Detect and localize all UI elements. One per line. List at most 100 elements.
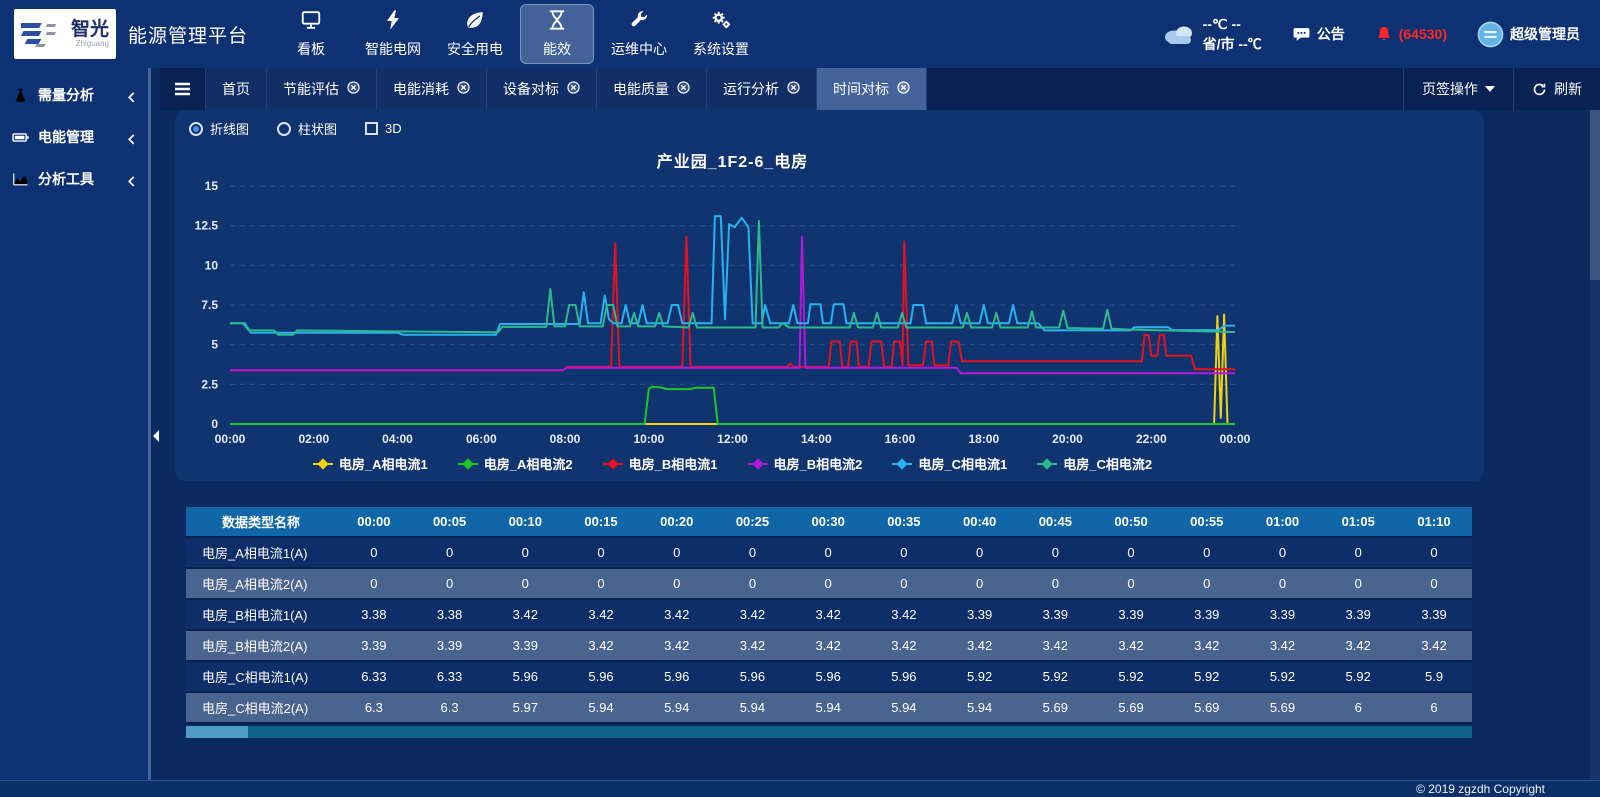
- tab-operations-dropdown[interactable]: 页签操作: [1403, 68, 1513, 110]
- table-row[interactable]: 电房_B相电流2(A)3.393.393.393.423.423.423.423…: [186, 630, 1472, 661]
- value-cell: 3.39: [487, 630, 563, 661]
- scrollbar-thumb[interactable]: [186, 726, 248, 738]
- nav-item-3[interactable]: 安全用电: [438, 4, 512, 64]
- svg-text:2.5: 2.5: [201, 377, 218, 391]
- tab-close-icon[interactable]: [787, 81, 800, 97]
- chevron-left-icon: [127, 174, 136, 185]
- value-cell: 3.42: [1245, 630, 1321, 661]
- table-header-cell: 00:15: [563, 507, 639, 537]
- tab-label: 电能质量: [613, 79, 669, 99]
- tab-3[interactable]: 电能消耗: [377, 68, 487, 110]
- table-row[interactable]: 电房_C相电流1(A)6.336.335.965.965.965.965.965…: [186, 661, 1472, 692]
- svg-text:22:00: 22:00: [1136, 432, 1167, 446]
- tab-close-icon[interactable]: [897, 81, 910, 97]
- table-row[interactable]: 电房_B相电流1(A)3.383.383.423.423.423.423.423…: [186, 599, 1472, 630]
- value-cell: 0: [790, 537, 866, 568]
- table-row[interactable]: 电房_A相电流1(A)000000000000000: [186, 537, 1472, 568]
- chart-type-line-radio[interactable]: 折线图: [189, 119, 249, 138]
- svg-text:00:00: 00:00: [1220, 432, 1251, 446]
- cloud-icon: [1162, 23, 1196, 45]
- value-cell: 0: [1396, 537, 1472, 568]
- tab-label: 节能评估: [283, 79, 339, 99]
- alarm-button[interactable]: (64530): [1375, 25, 1447, 43]
- tab-4[interactable]: 设备对标: [487, 68, 597, 110]
- value-cell: 3.42: [942, 630, 1018, 661]
- value-cell: 5.92: [942, 661, 1018, 692]
- tab-1[interactable]: 首页: [206, 68, 267, 110]
- legend-item-3[interactable]: 电房_B相电流1: [603, 454, 718, 473]
- svg-text:04:00: 04:00: [382, 432, 413, 446]
- value-cell: 5.96: [715, 661, 791, 692]
- tab-5[interactable]: 电能质量: [597, 68, 707, 110]
- nav-item-5[interactable]: 运维中心: [602, 4, 676, 64]
- value-cell: 0: [563, 568, 639, 599]
- tab-close-icon[interactable]: [457, 81, 470, 97]
- announcement-label: 公告: [1317, 24, 1345, 44]
- chart-title: 产业园_1F2-6_电房: [230, 148, 1235, 172]
- user-menu[interactable]: 超级管理员: [1477, 21, 1580, 48]
- chart-type-bar-radio[interactable]: 柱状图: [277, 119, 337, 138]
- refresh-button[interactable]: 刷新: [1513, 68, 1600, 110]
- table-row[interactable]: 电房_C相电流2(A)6.36.35.975.945.945.945.945.9…: [186, 692, 1472, 723]
- announcement-button[interactable]: 公告: [1292, 24, 1345, 44]
- tab-close-icon[interactable]: [347, 81, 360, 97]
- sidebar-collapse-handle[interactable]: [153, 430, 159, 442]
- chart-tools-icon: [12, 171, 29, 188]
- legend-item-1[interactable]: 电房_A相电流1: [313, 454, 428, 473]
- value-cell: 0: [487, 537, 563, 568]
- legend-item-5[interactable]: 电房_C相电流1: [892, 454, 1007, 473]
- legend-marker-icon: [603, 459, 623, 469]
- value-cell: 5.94: [866, 692, 942, 723]
- chevron-down-icon: [1485, 86, 1495, 92]
- tab-2[interactable]: 节能评估: [267, 68, 377, 110]
- legend-item-2[interactable]: 电房_A相电流2: [458, 454, 573, 473]
- legend-item-6[interactable]: 电房_C相电流2: [1037, 454, 1152, 473]
- value-cell: 3.42: [715, 630, 791, 661]
- tab-actions: 页签操作 刷新: [1403, 68, 1600, 110]
- legend-item-4[interactable]: 电房_B相电流2: [748, 454, 863, 473]
- three-d-checkbox[interactable]: 3D: [365, 121, 402, 136]
- wrench-icon: [628, 9, 650, 34]
- weather-region: 省/市 --℃: [1203, 34, 1262, 54]
- value-cell: 3.39: [1320, 599, 1396, 630]
- menu-toggle-button[interactable]: [160, 68, 206, 110]
- tab-close-icon[interactable]: [567, 81, 580, 97]
- value-cell: 3.42: [790, 630, 866, 661]
- table-horizontal-scrollbar[interactable]: [186, 726, 1472, 738]
- svg-text:0: 0: [211, 417, 218, 431]
- value-cell: 0: [1245, 537, 1321, 568]
- chart-legend: 电房_A相电流1 电房_A相电流2 电房_B相电流1 电房_B相电流2 电房_C相电流1…: [230, 454, 1235, 473]
- value-cell: 0: [866, 568, 942, 599]
- weather-temp: --℃ --: [1203, 14, 1262, 34]
- value-cell: 5.94: [942, 692, 1018, 723]
- sidebar-splitter[interactable]: [148, 68, 160, 780]
- sidebar-item-3[interactable]: 分析工具: [0, 158, 148, 200]
- nav-item-label: 智能电网: [365, 39, 421, 59]
- tab-label: 设备对标: [503, 79, 559, 99]
- tab-7[interactable]: 时间对标: [817, 68, 927, 110]
- value-cell: 0: [639, 568, 715, 599]
- sidebar-item-1[interactable]: 需量分析: [0, 74, 148, 116]
- nav-item-6[interactable]: 系统设置: [684, 4, 758, 64]
- table-row[interactable]: 电房_A相电流2(A)000000000000000: [186, 568, 1472, 599]
- legend-label: 电房_A相电流2: [484, 454, 573, 473]
- value-cell: 0: [942, 568, 1018, 599]
- tab-6[interactable]: 运行分析: [707, 68, 817, 110]
- value-cell: 0: [639, 537, 715, 568]
- svg-text:16:00: 16:00: [885, 432, 916, 446]
- sidebar-item-2[interactable]: 电能管理: [0, 116, 148, 158]
- vertical-scrollbar-thumb[interactable]: [1590, 110, 1600, 280]
- nav-item-1[interactable]: 看板: [274, 4, 348, 64]
- nav-item-4[interactable]: 能效: [520, 4, 594, 64]
- value-cell: 5.97: [487, 692, 563, 723]
- nav-item-2[interactable]: 智能电网: [356, 4, 430, 64]
- value-cell: 0: [1017, 568, 1093, 599]
- content-vertical-scrollbar[interactable]: [1590, 110, 1600, 780]
- line-chart: 02.557.51012.51500:0002:0004:0006:0008:0…: [175, 176, 1484, 454]
- value-cell: 6: [1320, 692, 1396, 723]
- app-title: 能源管理平台: [128, 21, 248, 48]
- tab-close-icon[interactable]: [677, 81, 690, 97]
- nav-item-label: 能效: [543, 39, 571, 59]
- checkbox-icon: [365, 122, 378, 135]
- svg-text:08:00: 08:00: [550, 432, 581, 446]
